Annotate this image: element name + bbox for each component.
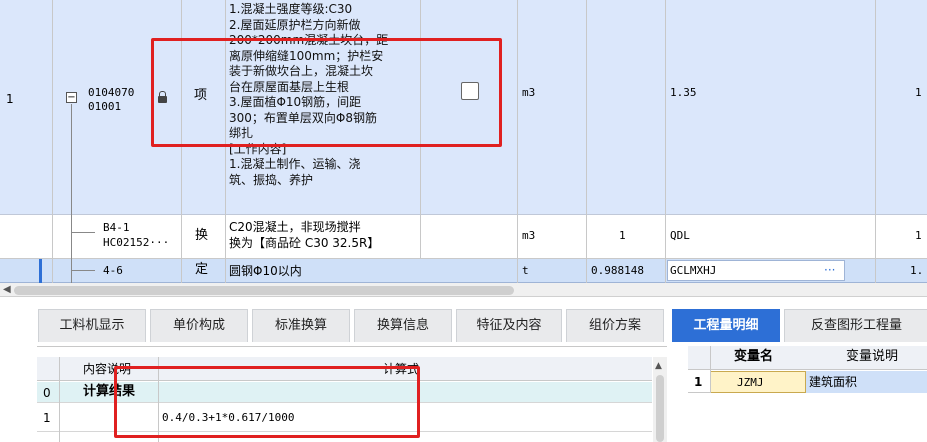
item-unit: m3 [522,86,536,99]
item-code-suffix: 01001 [88,100,122,113]
vertical-scrollbar[interactable]: ▲ [653,357,667,442]
tab-reverse-graphic[interactable]: 反查图形工程量 [784,309,927,342]
row-index: 0 [43,386,51,400]
tree-line [71,270,95,271]
description-line: 2.屋面延原护栏方向新做 [229,17,361,32]
tab-conversion-info[interactable]: 换算信息 [354,309,452,342]
tab-pricing-plan[interactable]: 组价方案 [566,309,664,342]
item-quantity: 1.35 [670,86,697,99]
quota-unit: m3 [522,229,536,242]
tree-line [71,104,72,283]
quota-type: 定 [195,262,209,277]
tab-features[interactable]: 特征及内容 [456,309,562,342]
tab-unit-price[interactable]: 单价构成 [150,309,248,342]
scrollbar-thumb[interactable] [14,286,514,295]
tree-line [71,232,95,233]
row-index: 1 [43,411,51,425]
var-name-cell[interactable]: JZMJ [710,371,806,393]
quota-desc: 圆钢Φ10以内 [229,264,302,278]
quota-type: 换 [195,228,209,243]
ellipsis-icon[interactable]: ··· [824,263,835,277]
quota-factor: 0.988148 [591,264,644,277]
row-index: 1 [694,375,703,389]
tab-bar: 工料机显示 单价构成 标准换算 换算信息 特征及内容 组价方案 工程量明细 反查… [0,309,927,342]
quota-right-value: 1. [910,264,924,277]
var-desc-cell[interactable]: 建筑面积 [806,371,927,393]
variables-panel: 变量名 变量说明 1 JZMJ 建筑面积 [688,346,927,441]
table-row[interactable]: 1 JZMJ 建筑面积 [688,371,927,393]
row-index: 1 [6,92,14,106]
quota-code-suffix: HC02152··· [103,236,170,249]
description-line: 筑、振捣、养护 [229,172,314,187]
tab-standard-conversion[interactable]: 标准换算 [252,309,350,342]
var-desc: 建筑面积 [809,375,858,389]
scroll-left-icon[interactable]: ◀ [3,283,11,297]
quota-desc: C20混凝土，非现场搅拌 [229,220,361,234]
scroll-up-icon[interactable]: ▲ [655,359,662,373]
quota-expression: QDL [670,229,690,242]
quota-unit: t [522,264,529,277]
highlight-box [114,366,420,438]
collapse-icon[interactable]: − [66,92,77,103]
tab-quantity-detail[interactable]: 工程量明细 [672,309,780,342]
col-header-var-name: 变量名 [734,349,774,364]
quota-expression: GCLMXHJ [670,264,717,277]
scrollbar-thumb[interactable] [656,375,664,442]
var-name: JZMJ [737,376,764,389]
expression-input[interactable]: GCLMXHJ ··· [667,260,845,281]
description-line: 1.混凝土强度等级:C30 [229,2,353,16]
item-right-value: 1 [915,86,922,99]
col-header-var-desc: 变量说明 [846,349,899,364]
quota-code: B4-1 [103,221,130,234]
description-line: 1.混凝土制作、运输、浇 [229,157,361,171]
selection-bar [39,259,42,283]
vars-header: 变量名 变量说明 [688,346,927,370]
quota-right-value: 1 [915,229,922,242]
highlight-box [151,38,502,147]
tab-labor-material[interactable]: 工料机显示 [38,309,146,342]
quota-desc-2: 换为【商品砼 C30 32.5R】 [229,236,380,250]
item-code: 0104070 [88,86,135,99]
quota-factor: 1 [619,229,626,242]
table-row[interactable]: B4-1 HC02152··· 换 C20混凝土，非现场搅拌 换为【商品砼 C3… [0,215,927,259]
table-row[interactable]: 4-6 定 圆钢Φ10以内 t 0.988148 GCLMXHJ ··· 1. [0,259,927,283]
quota-code: 4-6 [103,264,123,277]
